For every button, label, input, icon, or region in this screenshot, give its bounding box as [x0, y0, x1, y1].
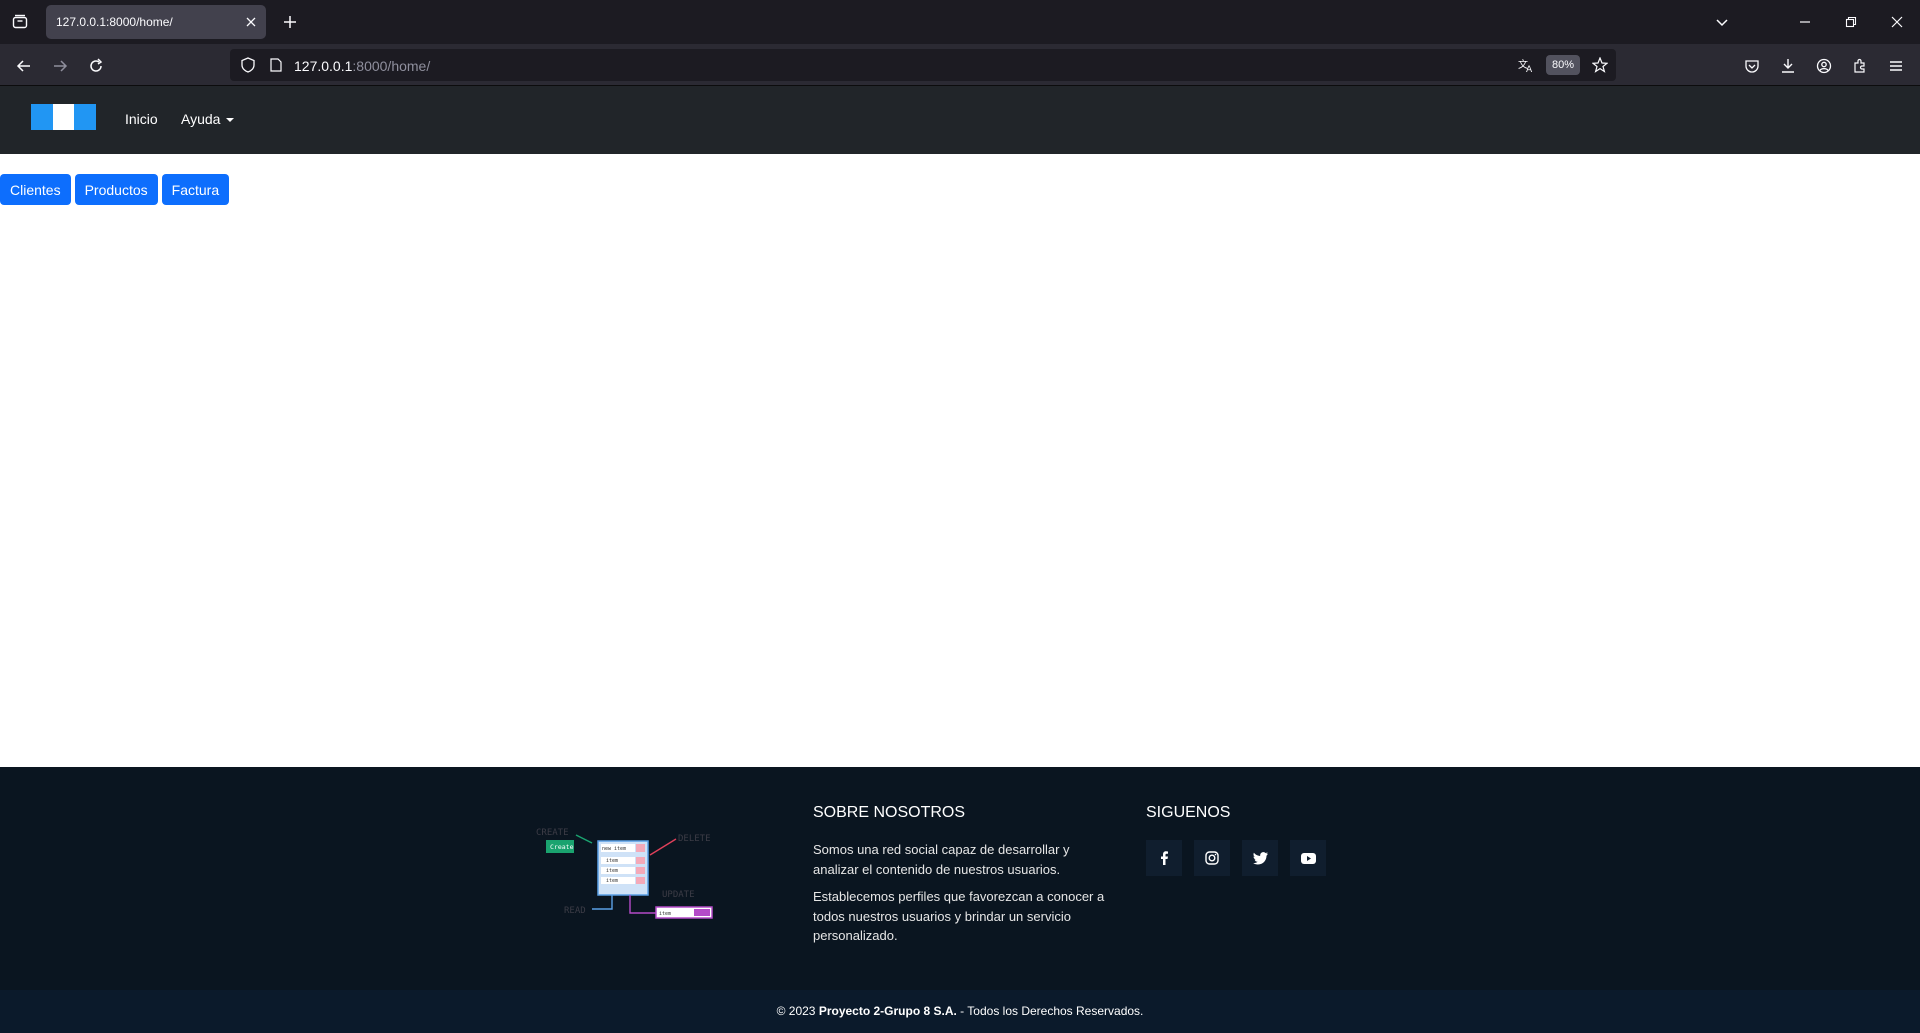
crud-diagram-image: CREATE Create new item item item item DE…	[536, 828, 713, 919]
caret-down-icon	[226, 118, 235, 123]
productos-button[interactable]: Productos	[74, 174, 158, 205]
shield-icon[interactable]	[240, 57, 256, 73]
nav-link-inicio[interactable]: Inicio	[125, 111, 158, 127]
page-icon[interactable]	[268, 57, 284, 73]
action-buttons: Clientes Productos Factura	[0, 174, 230, 205]
clientes-button[interactable]: Clientes	[0, 174, 71, 205]
downloads-icon[interactable]	[1775, 53, 1801, 79]
about-title: SOBRE NOSOTROS	[813, 804, 966, 821]
about-paragraph-2: Establecemos perfiles que favorezcan a c…	[813, 889, 1105, 943]
new-tab-icon[interactable]	[280, 12, 300, 32]
reload-icon[interactable]	[83, 53, 109, 79]
tab-home[interactable]: 127.0.0.1:8000/home/	[46, 5, 266, 39]
diagram-item-1: item	[606, 858, 618, 864]
copyright-text: © 2023 Proyecto 2-Grupo 8 S.A. - Todos l…	[776, 1004, 1144, 1018]
forward-icon[interactable]	[47, 53, 73, 79]
extensions-icon[interactable]	[1847, 53, 1873, 79]
tab-title: 127.0.0.1:8000/home/	[56, 15, 173, 29]
back-icon[interactable]	[11, 53, 37, 79]
copyright-bar: © 2023 Proyecto 2-Grupo 8 S.A. - Todos l…	[0, 990, 1920, 1033]
svg-text:A: A	[1526, 65, 1533, 73]
about-paragraph-1: Somos una red social capaz de desarrolla…	[813, 842, 1070, 877]
site-footer: CREATE Create new item item item item DE…	[0, 767, 1920, 990]
pocket-icon[interactable]	[1739, 53, 1765, 79]
follow-title: SIGUENOS	[1146, 804, 1231, 821]
diagram-create-button-label: Create	[550, 843, 574, 851]
restore-icon[interactable]	[1839, 10, 1863, 34]
diagram-create-label: CREATE	[536, 828, 569, 838]
tab-list-icon[interactable]	[8, 10, 32, 34]
zoom-level-badge[interactable]: 80%	[1546, 55, 1580, 75]
bookmark-star-icon[interactable]	[1592, 57, 1608, 73]
translate-icon[interactable]: 文A	[1518, 57, 1534, 73]
nav-dropdown-label: Ayuda	[181, 111, 221, 127]
site-navbar: Inicio Ayuda	[0, 86, 1920, 154]
diagram-new-item-label: new item	[602, 846, 626, 852]
factura-button[interactable]: Factura	[161, 174, 230, 205]
diagram-update-label: UPDATE	[662, 890, 695, 900]
close-tab-icon[interactable]	[242, 13, 260, 31]
minimize-icon[interactable]	[1793, 10, 1817, 34]
diagram-update-item: item	[659, 911, 671, 917]
url-bar[interactable]: 127.0.0.1:8000/home/ 文A 80%	[230, 49, 1616, 81]
url-text[interactable]: 127.0.0.1:8000/home/	[294, 58, 430, 74]
youtube-icon[interactable]	[1290, 840, 1326, 876]
diagram-item-2: item	[606, 868, 618, 874]
browser-toolbar: 127.0.0.1:8000/home/ 文A 80%	[0, 44, 1920, 86]
brand-logo[interactable]	[31, 104, 96, 130]
diagram-item-3: item	[606, 878, 618, 884]
facebook-icon[interactable]	[1146, 840, 1182, 876]
diagram-delete-label: DELETE	[678, 834, 711, 844]
account-icon[interactable]	[1811, 53, 1837, 79]
close-window-icon[interactable]	[1885, 10, 1909, 34]
diagram-read-label: READ	[564, 906, 586, 916]
list-all-tabs-icon[interactable]	[1710, 10, 1734, 34]
twitter-icon[interactable]	[1242, 840, 1278, 876]
nav-dropdown-ayuda[interactable]: Ayuda	[181, 111, 235, 127]
instagram-icon[interactable]	[1194, 840, 1230, 876]
menu-icon[interactable]	[1883, 53, 1909, 79]
browser-tab-bar: 127.0.0.1:8000/home/	[0, 0, 1920, 44]
